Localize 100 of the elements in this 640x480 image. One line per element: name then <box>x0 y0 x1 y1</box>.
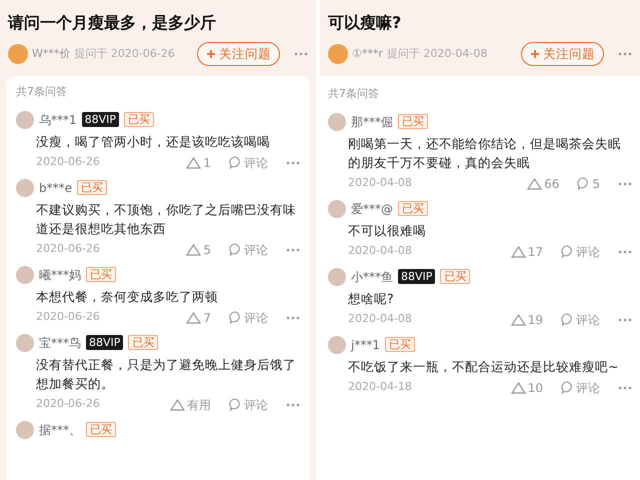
avatar <box>16 420 34 438</box>
answer-count: 共7条问答 <box>16 84 68 100</box>
purchased-badge: 已买 <box>398 201 428 216</box>
answer-date: 2020-06-26 <box>36 396 100 412</box>
answer-text: 想啥呢? <box>347 290 395 308</box>
speech-bubble-icon <box>561 245 574 258</box>
answer-date: 2020-04-08 <box>348 175 412 192</box>
avatar <box>16 110 34 128</box>
comment-button[interactable]: 评论 <box>561 242 600 260</box>
speech-bubble-icon <box>561 381 574 394</box>
speech-bubble-icon <box>229 398 242 411</box>
triangle-icon <box>170 398 185 410</box>
more-icon[interactable] <box>618 182 632 186</box>
avatar <box>328 44 348 64</box>
triangle-icon <box>510 382 526 394</box>
vip-badge: 88VIP <box>82 112 120 127</box>
purchased-badge: 已买 <box>440 269 470 284</box>
follow-button[interactable]: 关注问题 <box>521 42 604 66</box>
user-name: j***1 <box>351 336 380 354</box>
purchased-badge: 已买 <box>86 267 116 282</box>
answer-text: 没瘦，喝了管两小时，还是该吃吃该喝喝 <box>35 132 271 150</box>
like-button[interactable]: 17 <box>510 242 543 260</box>
like-button[interactable]: 1 <box>186 154 211 172</box>
more-icon[interactable] <box>294 52 308 56</box>
answer-date: 2020-06-26 <box>36 241 100 258</box>
comment-button[interactable]: 评论 <box>229 240 268 258</box>
comment-button[interactable]: 评论 <box>561 378 600 396</box>
asker-name: W***价 <box>32 46 70 62</box>
answer-date: 2020-06-26 <box>36 309 100 326</box>
answer-count: 共7条问答 <box>328 86 380 102</box>
user-name: 据***、 <box>39 422 81 438</box>
purchased-badge: 已买 <box>77 180 107 195</box>
avatar <box>16 178 34 196</box>
speech-bubble-icon <box>229 311 242 324</box>
speech-bubble-icon <box>577 177 590 190</box>
asked-date: 提问于 2020-04-08 <box>386 46 488 62</box>
like-button[interactable]: 有用 <box>170 396 211 414</box>
more-icon[interactable] <box>618 52 632 56</box>
follow-button[interactable]: 关注问题 <box>197 42 280 66</box>
user-name: 宝***鸟 <box>39 334 81 352</box>
purchased-badge: 已买 <box>86 422 116 437</box>
answer-text: 不建议购买，不顶饱，你吃了之后嘴巴没有味道还是很想吃其他东西 <box>35 200 297 238</box>
plus-icon <box>206 49 216 59</box>
answer-date: 2020-04-08 <box>348 311 412 328</box>
answer-text: 本想代餐，奈何变成多吃了两顿 <box>35 288 219 306</box>
speech-bubble-icon <box>229 243 242 256</box>
question-title: 可以瘦嘛? <box>328 12 402 34</box>
question-title: 请问一个月瘦最多，是多少斤 <box>8 12 217 34</box>
like-button[interactable]: 66 <box>527 174 560 192</box>
user-name: 爱***@ <box>351 200 393 218</box>
plus-icon <box>530 49 540 59</box>
like-button[interactable]: 10 <box>510 378 543 396</box>
user-name: 那***倔 <box>351 114 393 130</box>
more-icon[interactable] <box>286 160 300 164</box>
more-icon[interactable] <box>618 386 632 390</box>
vip-badge: 88VIP <box>86 335 124 350</box>
user-name: 小***鱼 <box>351 268 393 286</box>
answer-text: 不吃饭了来一瓶，不配合运动还是比较难瘦吧~ <box>347 358 620 376</box>
avatar <box>328 200 346 218</box>
avatar <box>328 268 346 286</box>
triangle-icon <box>186 244 202 256</box>
answer-date: 2020-04-18 <box>348 379 412 396</box>
comment-button[interactable]: 5 <box>577 174 600 192</box>
answer-text: 不可以很难喝 <box>347 222 427 240</box>
triangle-icon <box>510 246 526 258</box>
more-icon[interactable] <box>618 250 632 254</box>
comment-button[interactable]: 评论 <box>229 308 268 326</box>
more-icon[interactable] <box>286 402 300 406</box>
purchased-badge: 已买 <box>124 112 154 127</box>
answer-text: 没有替代正餐，只是为了避免晚上健身后饿了想加餐买的。 <box>35 356 297 392</box>
avatar <box>16 266 34 284</box>
speech-bubble-icon <box>561 313 574 326</box>
comment-button[interactable]: 评论 <box>229 154 268 172</box>
comment-button[interactable]: 评论 <box>561 310 600 328</box>
like-button[interactable]: 5 <box>186 240 211 258</box>
more-icon[interactable] <box>286 316 300 320</box>
vip-badge: 88VIP <box>398 269 436 284</box>
user-name: b***e <box>39 180 72 196</box>
answer-date: 2020-06-26 <box>36 154 100 170</box>
speech-bubble-icon <box>229 156 242 169</box>
purchased-badge: 已买 <box>384 337 415 352</box>
answer-date: 2020-04-08 <box>348 243 412 260</box>
triangle-icon <box>186 156 202 168</box>
triangle-icon <box>186 312 202 324</box>
asker-name: ①***r <box>352 46 383 62</box>
like-button[interactable]: 7 <box>186 308 211 326</box>
avatar <box>328 112 346 130</box>
triangle-icon <box>510 314 526 326</box>
more-icon[interactable] <box>286 248 300 252</box>
avatar <box>8 44 28 64</box>
user-name: 曦***妈 <box>39 266 81 284</box>
avatar <box>328 336 346 354</box>
user-name: 乌***1 <box>39 112 77 128</box>
purchased-badge: 已买 <box>398 114 428 129</box>
more-icon[interactable] <box>618 318 632 322</box>
like-button[interactable]: 19 <box>510 310 543 328</box>
comment-button[interactable]: 评论 <box>229 396 268 414</box>
asked-date: 提问于 2020-06-26 <box>74 46 175 62</box>
purchased-badge: 已买 <box>128 335 158 350</box>
avatar <box>16 334 34 352</box>
